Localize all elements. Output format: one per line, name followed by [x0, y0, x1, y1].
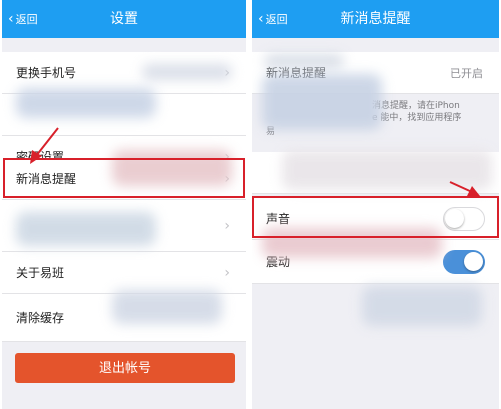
arrow-icon [30, 127, 59, 164]
chevron-right-icon: › [224, 264, 230, 281]
page-title: 新消息提醒 [340, 11, 411, 27]
description-line: 消息提醒，请在iPhon [372, 101, 460, 111]
page-title: 设置 [110, 11, 138, 27]
row-label: 清除缓存 [16, 311, 65, 325]
toggle-knob [464, 251, 483, 271]
blur-patch [262, 74, 382, 130]
blur-patch [264, 54, 344, 68]
row-label: 更换手机号 [16, 66, 77, 80]
arrow-icon [449, 181, 480, 198]
highlight-box [252, 196, 499, 238]
blur-patch [16, 88, 156, 118]
chevron-right-icon: › [224, 217, 230, 234]
vibrate-toggle[interactable] [443, 249, 485, 274]
status-value: 已开启 [450, 66, 483, 80]
blur-patch [112, 290, 222, 324]
settings-navbar: ‹ 返回 设置 [2, 0, 246, 38]
blur-patch [16, 212, 156, 246]
notification-navbar: ‹ 返回 新消息提醒 [252, 0, 499, 38]
notification-screen: ‹ 返回 新消息提醒 新消息提醒 已开启 消息提醒，请在iPhon e 能中，找… [252, 0, 499, 409]
settings-screen: ‹ 返回 设置 更换手机号 › 密码设置 › 新消息提醒 › › 关于易班 › … [2, 0, 246, 409]
row-label: 关于易班 [16, 266, 65, 280]
description-line: e 能中，找到应用程序 [372, 113, 462, 123]
blur-patch [362, 286, 482, 326]
logout-button[interactable]: 退出帐号 [15, 353, 235, 383]
settings-row-about[interactable]: 关于易班 › [2, 252, 246, 294]
blur-patch [142, 64, 232, 80]
